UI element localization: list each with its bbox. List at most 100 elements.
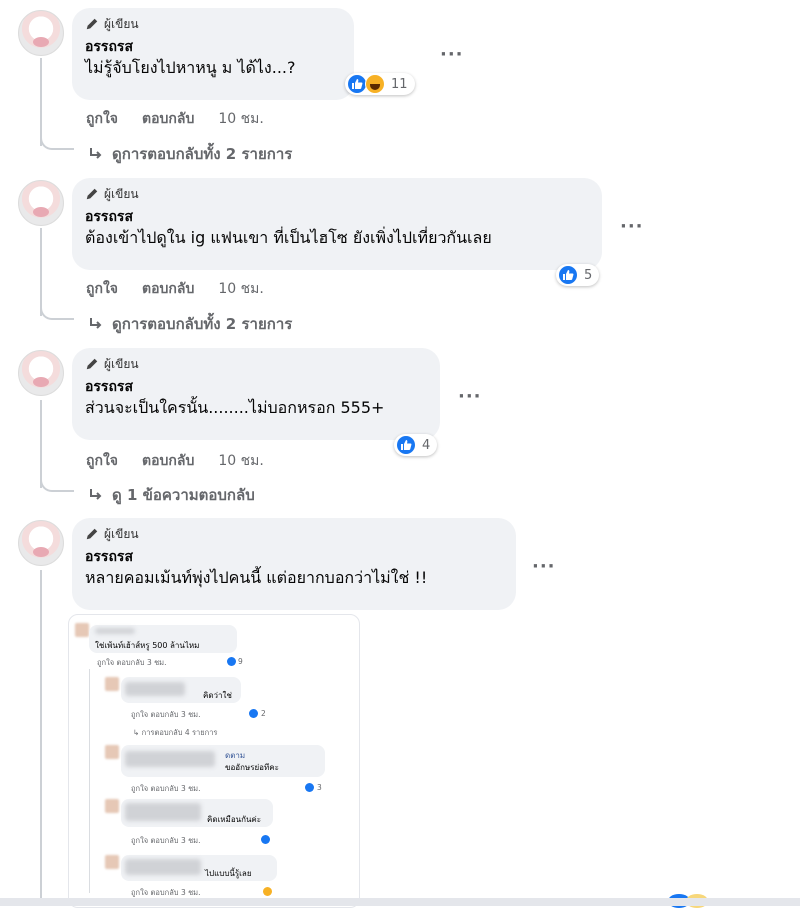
like-icon: [558, 265, 578, 285]
blurred-avatar: [105, 799, 119, 813]
avatar[interactable]: [18, 10, 64, 56]
haha-icon: [365, 74, 385, 94]
embedded-count: 2: [261, 709, 266, 718]
author-badge: ผู้เขียน: [85, 356, 426, 372]
view-replies-label: ดูการตอบกลับทั้ง 2 รายการ: [112, 315, 293, 333]
view-replies-link[interactable]: ดูการตอบกลับทั้ง 2 รายการ: [88, 312, 292, 336]
like-button[interactable]: ถูกใจ: [86, 450, 118, 472]
comment-attached-image[interactable]: ใช่เพ้นท์เฮ้าส์หรู 500 ล้านไหม ถูกใจ ตอบ…: [68, 614, 360, 908]
timestamp[interactable]: 10 ชม.: [218, 450, 263, 472]
avatar[interactable]: [18, 180, 64, 226]
pencil-icon: [86, 188, 98, 200]
blurred-name: [125, 859, 201, 875]
embedded-comment-bubble: ใช่เพ้นท์เฮ้าส์หรู 500 ล้านไหม: [89, 625, 237, 653]
author-name[interactable]: อรรถรส: [85, 38, 340, 56]
reaction-count: 5: [584, 267, 593, 283]
view-replies-link[interactable]: ดูการตอบกลับทั้ง 2 รายการ: [88, 142, 292, 166]
blurred-avatar: [105, 855, 119, 869]
author-badge: ผู้เขียน: [85, 16, 340, 32]
author-badge-label: ผู้เขียน: [104, 16, 139, 31]
comment-bubble: ผู้เขียน อรรถรส ไม่รู้จับโยงไปหาหนู ม ได…: [72, 8, 354, 100]
reply-arrow-icon: [90, 148, 102, 159]
blurred-name: [125, 803, 201, 821]
reaction-summary[interactable]: 5: [556, 264, 600, 286]
embedded-thread-line: [89, 669, 90, 893]
thread-curve: [40, 478, 74, 492]
embedded-reply-bubble: ไปแบบนี้รู้เลย: [121, 855, 277, 881]
thread-line: [40, 228, 42, 316]
comment-bubble: ผู้เขียน อรรถรส ต้องเข้าไปดูใน ig แฟนเขา…: [72, 178, 602, 270]
comment-actions: ถูกใจ ตอบกลับ 10 ชม.: [86, 108, 264, 130]
more-options-icon[interactable]: ···: [458, 388, 482, 406]
comment-bubble: ผู้เขียน อรรถรส ส่วนจะเป็นใครนั้น.......…: [72, 348, 440, 440]
thread-line: [40, 58, 42, 146]
thread-line: [40, 570, 42, 906]
avatar[interactable]: [18, 350, 64, 396]
like-button[interactable]: ถูกใจ: [86, 108, 118, 130]
view-replies-label: ดูการตอบกลับทั้ง 2 รายการ: [112, 145, 293, 163]
author-name[interactable]: อรรถรส: [85, 548, 502, 566]
blurred-avatar: [105, 745, 119, 759]
reply-button[interactable]: ตอบกลับ: [142, 108, 194, 130]
thread-line: [40, 400, 42, 488]
like-icon: [305, 783, 314, 792]
reaction-summary[interactable]: 4: [394, 434, 438, 456]
thread-curve: [40, 306, 74, 320]
reaction-summary[interactable]: 11: [345, 73, 415, 95]
timestamp[interactable]: 10 ชม.: [218, 278, 263, 300]
like-icon: [249, 709, 258, 718]
comment-text: หลายคอมเม้นท์พุ่งไปคนนี้ แต่อยากบอกว่าไม…: [85, 568, 428, 587]
bottom-edge-bar: [0, 898, 800, 906]
blurred-name: [125, 682, 185, 696]
comment-text: ไม่รู้จับโยงไปหาหนู ม ได้ไง...?: [85, 58, 296, 77]
like-icon: [396, 435, 416, 455]
embedded-more-replies: ↳ การตอบกลับ 4 รายการ: [133, 728, 218, 737]
avatar[interactable]: [18, 520, 64, 566]
pencil-icon: [86, 18, 98, 30]
reply-arrow-icon: [90, 318, 102, 329]
embedded-actions: ถูกใจ ตอบกลับ 3 ชม.: [97, 658, 167, 667]
embedded-reply-bubble: คิดเหมือนกันค่ะ: [121, 799, 273, 827]
author-name[interactable]: อรรถรส: [85, 378, 426, 396]
more-options-icon[interactable]: ···: [620, 218, 644, 236]
author-name[interactable]: อรรถรส: [85, 208, 588, 226]
like-icon: [347, 74, 367, 94]
embedded-reply-bubble: คิดว่าใช่: [121, 677, 241, 703]
reply-arrow-icon: [90, 489, 102, 500]
embedded-reply-text: คิดว่าใช่: [203, 691, 232, 700]
like-icon: [261, 835, 270, 844]
blurred-name: [95, 628, 135, 634]
blurred-avatar: [75, 623, 89, 637]
thread-curve: [40, 136, 74, 150]
blurred-avatar: [105, 677, 119, 691]
embedded-actions: ถูกใจ ตอบกลับ 3 ชม.: [131, 784, 201, 793]
comment-actions: ถูกใจ ตอบกลับ 10 ชม.: [86, 450, 264, 472]
embedded-reply-text: ขออักษรย่อทีคะ: [225, 763, 279, 772]
timestamp[interactable]: 10 ชม.: [218, 108, 263, 130]
comment-bubble: ผู้เขียน อรรถรส หลายคอมเม้นท์พุ่งไปคนนี้…: [72, 518, 516, 610]
pencil-icon: [86, 528, 98, 540]
view-replies-link[interactable]: ดู 1 ข้อความตอบกลับ: [88, 483, 255, 507]
author-badge: ผู้เขียน: [85, 186, 588, 202]
blurred-name: [125, 751, 215, 767]
embedded-actions: ถูกใจ ตอบกลับ 3 ชม.: [131, 710, 201, 719]
more-options-icon[interactable]: ···: [532, 558, 556, 576]
embedded-reply-text: คิดเหมือนกันค่ะ: [207, 815, 262, 824]
author-badge-label: ผู้เขียน: [104, 356, 139, 371]
like-icon: [227, 657, 236, 666]
reaction-count: 11: [391, 76, 408, 92]
embedded-count: 3: [317, 783, 322, 792]
reply-button[interactable]: ตอบกลับ: [142, 278, 194, 300]
embedded-comment-text: ใช่เพ้นท์เฮ้าส์หรู 500 ล้านไหม: [95, 641, 200, 650]
comment-actions: ถูกใจ ตอบกลับ 10 ชม.: [86, 278, 264, 300]
embedded-count: 9: [238, 657, 243, 666]
reply-button[interactable]: ตอบกลับ: [142, 450, 194, 472]
more-options-icon[interactable]: ···: [440, 46, 464, 64]
haha-icon: [263, 887, 272, 896]
like-button[interactable]: ถูกใจ: [86, 278, 118, 300]
view-replies-label: ดู 1 ข้อความตอบกลับ: [112, 486, 255, 504]
embedded-reply-bubble: ดตาม ขออักษรย่อทีคะ: [121, 745, 325, 777]
reaction-count: 4: [422, 437, 431, 453]
author-badge-label: ผู้เขียน: [104, 526, 139, 541]
comment-text: ส่วนจะเป็นใครนั้น........ไม่บอกหรอก 555+: [85, 398, 385, 417]
